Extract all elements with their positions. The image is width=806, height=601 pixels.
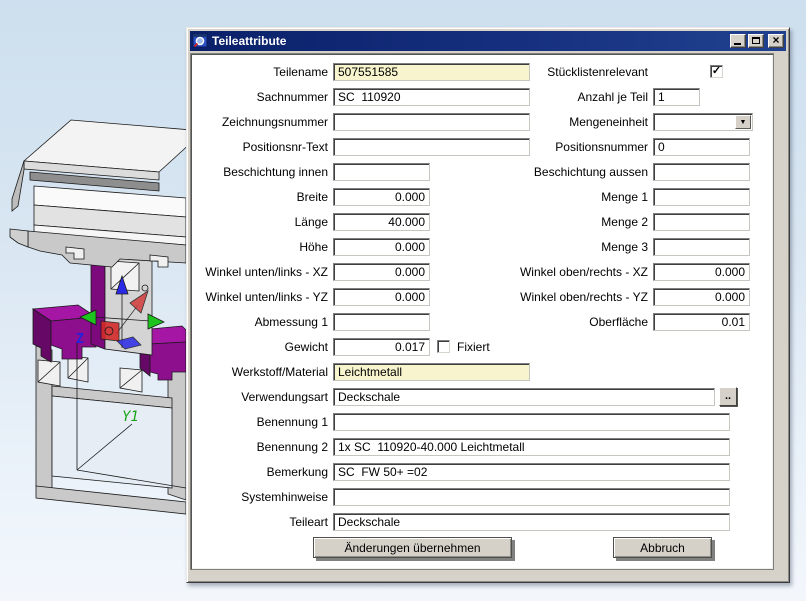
input-verwendungsart[interactable]: Deckschale — [333, 388, 715, 406]
input-breite[interactable]: 0.000 — [333, 188, 430, 206]
teileattribute-dialog: Teileattribute × Änderungen übernehmen A… — [186, 27, 790, 583]
label-beschichtung-innen: Beschichtung innen — [196, 163, 328, 181]
label-bemerkung: Bemerkung — [196, 463, 328, 481]
label-werkstoff-material: Werkstoff/Material — [196, 363, 328, 381]
label-anzahl-je-teil: Anzahl je Teil — [516, 88, 648, 106]
chevron-down-icon[interactable]: ▼ — [735, 115, 751, 129]
apply-button[interactable]: Änderungen übernehmen — [313, 537, 512, 558]
input-benennung-2[interactable]: 1x SC 110920-40.000 Leichtmetall — [333, 438, 730, 456]
axis-label-z: Z — [76, 332, 84, 347]
top-profile — [10, 120, 200, 267]
minimize-button[interactable] — [730, 34, 746, 48]
window-controls: × — [728, 34, 784, 48]
input-anzahl-je-teil[interactable]: 1 — [653, 88, 700, 106]
input-teilename[interactable]: 507551585 — [333, 63, 530, 81]
input-sachnummer[interactable]: SC 110920 — [333, 88, 530, 106]
close-button[interactable]: × — [768, 34, 784, 48]
input-menge-2[interactable] — [653, 213, 750, 231]
input-lange[interactable]: 40.000 — [333, 213, 430, 231]
input-werkstoff-material[interactable]: Leichtmetall — [333, 363, 530, 381]
input-positionsnummer[interactable]: 0 — [653, 138, 750, 156]
label-lange: Länge — [196, 213, 328, 231]
label-gewicht: Gewicht — [196, 338, 328, 356]
checkbox-fixiert[interactable] — [437, 340, 450, 353]
label-zeichnungsnummer: Zeichnungsnummer — [196, 113, 328, 131]
maximize-icon — [752, 37, 760, 44]
label-positionsnummer: Positionsnummer — [516, 138, 648, 156]
label-breite: Breite — [196, 188, 328, 206]
label-oberflache: Oberfläche — [516, 313, 648, 331]
input-menge-3[interactable] — [653, 238, 750, 256]
label-sachnummer: Sachnummer — [196, 88, 328, 106]
label-fixiert: Fixiert — [457, 338, 517, 356]
label-benennung-2: Benennung 2 — [196, 438, 328, 456]
input-benennung-1[interactable] — [333, 413, 730, 431]
minimize-icon — [734, 43, 741, 45]
select-mengeneinheit[interactable]: ▼ — [653, 113, 753, 131]
input-beschichtung-innen[interactable] — [333, 163, 430, 181]
label-mengeneinheit: Mengeneinheit — [516, 113, 648, 131]
label-systemhinweise: Systemhinweise — [196, 488, 328, 506]
label-hohe: Höhe — [196, 238, 328, 256]
dialog-titlebar[interactable]: Teileattribute × — [190, 31, 786, 51]
magnifier-window-icon — [192, 33, 208, 49]
input-winkel-oben-rechts-xz[interactable]: 0.000 — [653, 263, 750, 281]
input-menge-1[interactable] — [653, 188, 750, 206]
input-beschichtung-aussen[interactable] — [653, 163, 750, 181]
browse-button[interactable]: .. — [719, 387, 737, 406]
label-teileart: Teileart — [196, 513, 328, 531]
label-menge-2: Menge 2 — [516, 213, 648, 231]
input-zeichnungsnummer[interactable] — [333, 113, 530, 131]
input-systemhinweise[interactable] — [333, 488, 730, 506]
input-winkel-unten-links-xz[interactable]: 0.000 — [333, 263, 430, 281]
input-bemerkung[interactable]: SC FW 50+ =02 — [333, 463, 730, 481]
input-oberflache[interactable]: 0.01 — [653, 313, 750, 331]
label-stucklistenrelevant: Stücklistenrelevant — [516, 63, 648, 81]
label-benennung-1: Benennung 1 — [196, 413, 328, 431]
maximize-button[interactable] — [748, 34, 764, 48]
label-winkel-oben-rechts-xz: Winkel oben/rechts - XZ — [516, 263, 648, 281]
label-positionsnr-text: Positionsnr-Text — [196, 138, 328, 156]
input-teileart[interactable]: Deckschale — [333, 513, 730, 531]
label-menge-1: Menge 1 — [516, 188, 648, 206]
input-positionsnr-text[interactable] — [333, 138, 530, 156]
input-abmessung-1[interactable] — [333, 313, 430, 331]
axis-label-y1: Y1 — [122, 409, 139, 425]
purple-part-left — [33, 305, 96, 362]
dialog-client: Änderungen übernehmen Abbruch Teilename 5… — [190, 53, 774, 570]
input-winkel-oben-rechts-yz[interactable]: 0.000 — [653, 288, 750, 306]
checkbox-stucklistenrelevant[interactable]: ✓ — [710, 65, 723, 78]
label-beschichtung-aussen: Beschichtung aussen — [516, 163, 648, 181]
label-winkel-unten-links-xz: Winkel unten/links - XZ — [196, 263, 328, 281]
label-verwendungsart: Verwendungsart — [196, 388, 328, 406]
input-winkel-unten-links-yz[interactable]: 0.000 — [333, 288, 430, 306]
cancel-button[interactable]: Abbruch — [613, 537, 712, 558]
input-hohe[interactable]: 0.000 — [333, 238, 430, 256]
label-abmessung-1: Abmessung 1 — [196, 313, 328, 331]
label-menge-3: Menge 3 — [516, 238, 648, 256]
application-viewport: Y1 Z Teileattribute — [0, 0, 806, 601]
close-icon: × — [769, 35, 783, 46]
label-winkel-unten-links-yz: Winkel unten/links - YZ — [196, 288, 328, 306]
label-winkel-oben-rechts-yz: Winkel oben/rechts - YZ — [516, 288, 648, 306]
label-teilename: Teilename — [196, 63, 328, 81]
cad-3d-view: Y1 Z — [0, 0, 200, 601]
dialog-title: Teileattribute — [212, 34, 728, 48]
input-gewicht[interactable]: 0.017 — [333, 338, 430, 356]
